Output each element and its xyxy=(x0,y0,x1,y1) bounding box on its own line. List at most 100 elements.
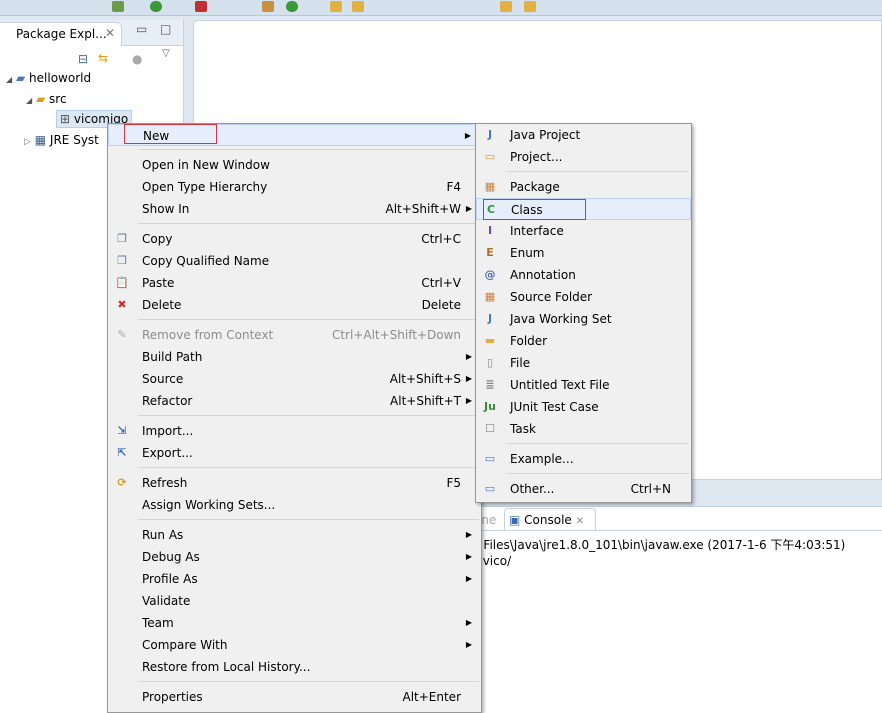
menu-item-copy-qualified-name[interactable]: ❐ Copy Qualified Name xyxy=(108,250,481,272)
import-icon: ⇲ xyxy=(117,424,127,437)
close-icon[interactable]: ✕ xyxy=(576,516,584,527)
menu-item-interface[interactable]: I Interface xyxy=(476,220,691,242)
menu-item-copy[interactable]: ❐ Copy Ctrl+C xyxy=(108,228,481,250)
menu-item-label: Team xyxy=(142,616,174,630)
menu-separator xyxy=(108,516,481,524)
menu-item-import[interactable]: ⇲ Import... xyxy=(108,420,481,442)
toolbar-button[interactable] xyxy=(195,1,207,12)
java-project-icon: J xyxy=(487,128,493,141)
package-icon: ▦ xyxy=(484,180,496,193)
menu-item-folder[interactable]: ▬ Folder xyxy=(476,330,691,352)
close-icon[interactable]: ✕ xyxy=(105,26,115,40)
tree-item-jre[interactable]: ▷ ▦ JRE Syst xyxy=(24,133,99,147)
enum-icon: E xyxy=(486,246,494,259)
menu-item-project[interactable]: ▭ Project... xyxy=(476,146,691,168)
context-menu: New ▶ Open in New Window Open Type Hierarch… xyxy=(107,123,482,713)
annotation-icon: @ xyxy=(484,268,496,281)
label: src xyxy=(49,92,67,106)
refresh-icon: ⟳ xyxy=(117,476,127,489)
menu-item-debug-as[interactable]: Debug As ▶ xyxy=(108,546,481,568)
menu-item-label: Profile As xyxy=(142,572,198,586)
menu-item-open-type-hierarchy[interactable]: Open Type Hierarchy F4 xyxy=(108,176,481,198)
menu-separator xyxy=(108,220,481,228)
menu-item-source[interactable]: Source Alt+Shift+S ▶ xyxy=(108,368,481,390)
menu-separator xyxy=(108,316,481,324)
menu-item-refresh[interactable]: ⟳ Refresh F5 xyxy=(108,472,481,494)
toolbar-button[interactable] xyxy=(500,1,512,12)
menu-item-delete[interactable]: ✖ Delete Delete xyxy=(108,294,481,316)
menu-item-validate[interactable]: Validate xyxy=(108,590,481,612)
menu-item-compare-with[interactable]: Compare With ▶ xyxy=(108,634,481,656)
menu-item-paste[interactable]: 📋 Paste Ctrl+V xyxy=(108,272,481,294)
shortcut-label: Ctrl+N xyxy=(630,482,671,496)
toolbar-button[interactable] xyxy=(112,1,124,12)
shortcut-label: Alt+Shift+S xyxy=(389,372,461,386)
copy-icon: ❐ xyxy=(117,232,127,245)
submenu-arrow-icon: ▶ xyxy=(465,640,472,649)
submenu-arrow-icon: ▶ xyxy=(465,374,472,383)
menu-item-enum[interactable]: E Enum xyxy=(476,242,691,264)
menu-item-restore-from-local-history[interactable]: Restore from Local History... xyxy=(108,656,481,678)
toolbar-button[interactable] xyxy=(524,1,536,12)
menu-item-properties[interactable]: Properties Alt+Enter xyxy=(108,686,481,708)
menu-item-run-as[interactable]: Run As ▶ xyxy=(108,524,481,546)
tree-item-src[interactable]: ◢ ▰ src xyxy=(26,92,67,106)
shortcut-label: Ctrl+C xyxy=(421,232,461,246)
tab-package-explorer[interactable]: Package Expl... ✕ xyxy=(0,22,122,46)
minimize-icon[interactable]: ▭ xyxy=(136,22,147,36)
link-editor-icon[interactable]: ⇆ xyxy=(98,51,108,65)
menu-item-export[interactable]: ⇱ Export... xyxy=(108,442,481,464)
tab-console[interactable]: ▣ Console ✕ xyxy=(504,508,596,530)
menu-item-remove-from-context: ✎ Remove from Context Ctrl+Alt+Shift+Down xyxy=(108,324,481,346)
folder-icon: ▬ xyxy=(484,334,496,347)
working-set-icon: J xyxy=(487,312,493,325)
menu-item-label: Folder xyxy=(510,334,548,348)
menu-item-java-project[interactable]: J Java Project xyxy=(476,124,691,146)
menu-item-assign-working-sets[interactable]: Assign Working Sets... xyxy=(108,494,481,516)
submenu-arrow-icon: ▶ xyxy=(464,131,471,140)
menu-item-label: Validate xyxy=(142,594,191,608)
menu-item-java-working-set[interactable]: J Java Working Set xyxy=(476,308,691,330)
menu-item-example[interactable]: ▭ Example... xyxy=(476,448,691,470)
file-icon: ▯ xyxy=(486,356,494,369)
menu-item-label: Enum xyxy=(510,246,545,260)
menu-item-file[interactable]: ▯ File xyxy=(476,352,691,374)
shortcut-label: F4 xyxy=(446,180,461,194)
toolbar-button[interactable] xyxy=(286,1,298,12)
menu-separator xyxy=(476,168,691,176)
menu-item-label: Export... xyxy=(142,446,193,460)
menu-item-package[interactable]: ▦ Package xyxy=(476,176,691,198)
menu-item-profile-as[interactable]: Profile As ▶ xyxy=(108,568,481,590)
highlight-box-new xyxy=(124,124,217,144)
menu-item-label: Refresh xyxy=(142,476,188,490)
run-icon[interactable] xyxy=(150,1,162,12)
menu-item-label: Package xyxy=(510,180,560,194)
package-icon: ⊞ xyxy=(60,112,71,126)
menu-item-label: Show In xyxy=(142,202,190,216)
junit-icon: Ju xyxy=(484,400,496,413)
menu-item-team[interactable]: Team ▶ xyxy=(108,612,481,634)
tree-item-project[interactable]: ◢ ▰ helloworld xyxy=(6,71,91,85)
toolbar-button[interactable] xyxy=(262,1,274,12)
menu-item-other[interactable]: ▭ Other... Ctrl+N xyxy=(476,478,691,500)
menu-item-build-path[interactable]: Build Path ▶ xyxy=(108,346,481,368)
menu-item-refactor[interactable]: Refactor Alt+Shift+T ▶ xyxy=(108,390,481,412)
menu-item-annotation[interactable]: @ Annotation xyxy=(476,264,691,286)
menu-item-source-folder[interactable]: ▦ Source Folder xyxy=(476,286,691,308)
collapse-all-icon[interactable]: ⊟ xyxy=(78,52,88,66)
menu-separator xyxy=(108,146,481,154)
maximize-icon[interactable]: □ xyxy=(160,22,171,36)
shortcut-label: Ctrl+V xyxy=(421,276,461,290)
toolbar-button[interactable] xyxy=(330,1,342,12)
other-icon: ▭ xyxy=(484,482,496,495)
menu-item-untitled-text-file[interactable]: ≣ Untitled Text File xyxy=(476,374,691,396)
menu-item-junit-test-case[interactable]: Ju JUnit Test Case xyxy=(476,396,691,418)
filter-icon[interactable]: ● xyxy=(132,52,142,66)
console-line: n Files\Java\jre1.8.0_101\bin\javaw.exe … xyxy=(472,538,846,552)
submenu-arrow-icon: ▶ xyxy=(465,396,472,405)
view-menu-icon[interactable]: ▽ xyxy=(162,48,170,59)
toolbar-button[interactable] xyxy=(352,1,364,12)
menu-item-open-in-new-window[interactable]: Open in New Window xyxy=(108,154,481,176)
menu-item-task[interactable]: ☐ Task xyxy=(476,418,691,440)
menu-item-show-in[interactable]: Show In Alt+Shift+W ▶ xyxy=(108,198,481,220)
